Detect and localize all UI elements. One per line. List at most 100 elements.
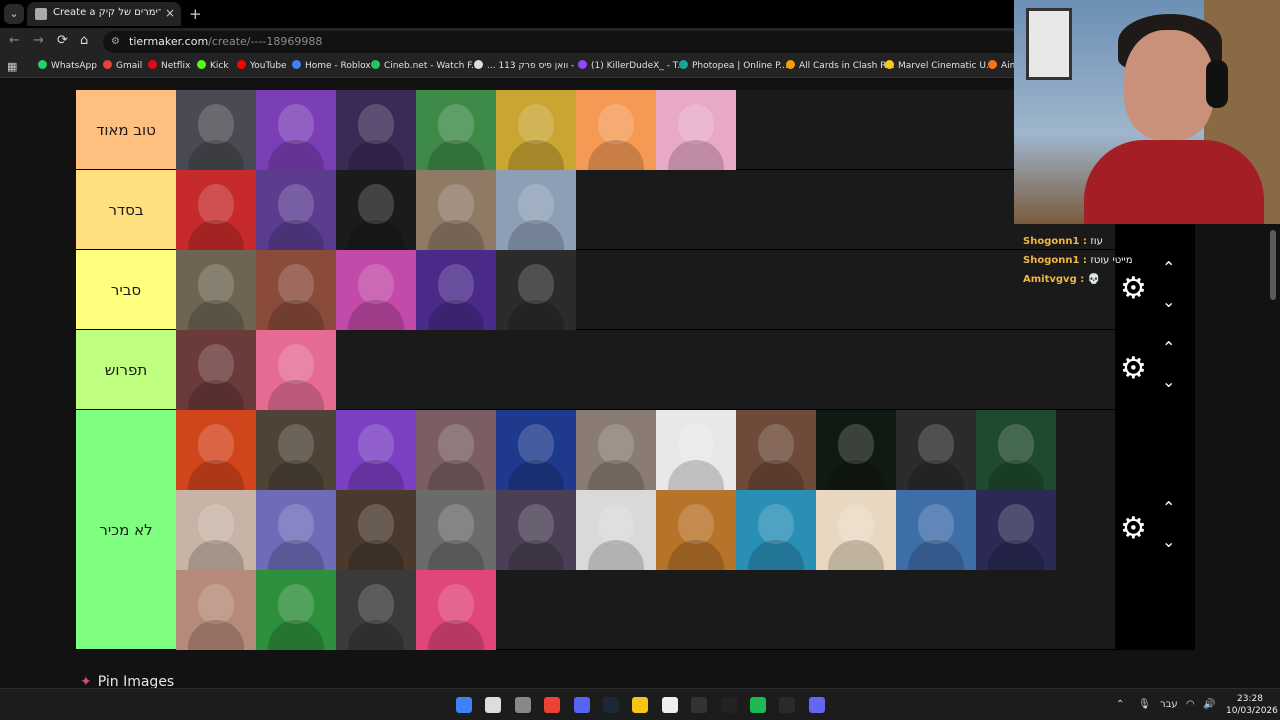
- back-icon[interactable]: ←: [9, 33, 20, 48]
- tab-close-icon[interactable]: ×: [165, 6, 175, 20]
- move-tier-down-chevron-icon[interactable]: ⌄: [1162, 294, 1175, 310]
- tier-settings-gear-icon[interactable]: ⚙: [1120, 354, 1147, 384]
- tier-item-avatar[interactable]: [496, 90, 576, 170]
- move-tier-down-chevron-icon[interactable]: ⌄: [1162, 374, 1175, 390]
- tier-item-avatar[interactable]: [576, 490, 656, 570]
- tier-item-avatar[interactable]: [416, 570, 496, 650]
- tier-item-avatar[interactable]: [256, 90, 336, 170]
- steam-icon[interactable]: [603, 697, 619, 713]
- apps-grid-icon[interactable]: ▦: [7, 60, 17, 73]
- bookmark-item[interactable]: ... וואן פיס פרק 113 -: [474, 60, 574, 71]
- tier-item-avatar[interactable]: [736, 490, 816, 570]
- tier-item-avatar[interactable]: [336, 90, 416, 170]
- epic-games-icon[interactable]: [779, 697, 796, 713]
- tier-item-avatar[interactable]: [576, 90, 656, 170]
- move-tier-up-chevron-icon[interactable]: ⌃: [1162, 340, 1175, 356]
- move-tier-up-chevron-icon[interactable]: ⌃: [1162, 260, 1175, 276]
- bookmark-item[interactable]: Cineb.net - Watch F...: [371, 60, 480, 71]
- tier-item-avatar[interactable]: [496, 490, 576, 570]
- url-text[interactable]: tiermaker.com/create/----18969988: [129, 35, 322, 48]
- move-tier-up-chevron-icon[interactable]: ⌃: [1162, 500, 1175, 516]
- file-explorer-icon[interactable]: [632, 697, 649, 713]
- tab-search-button[interactable]: ⌄: [4, 4, 24, 24]
- bookmark-item[interactable]: All Cards in Clash R...: [786, 60, 895, 71]
- tier-label[interactable]: תפרוש: [76, 330, 176, 409]
- tier-item-avatar[interactable]: [976, 410, 1056, 490]
- tier-label[interactable]: לא מכיר: [76, 410, 176, 649]
- tier-label[interactable]: סביר: [76, 250, 176, 329]
- tier-item-avatar[interactable]: [576, 410, 656, 490]
- forward-icon[interactable]: →: [33, 33, 44, 48]
- taskbar-clock[interactable]: 23:28 10/03/2026: [1226, 693, 1278, 717]
- tier-item-avatar[interactable]: [176, 330, 256, 410]
- reload-icon[interactable]: ⟳: [57, 33, 68, 48]
- tier-item-avatar[interactable]: [416, 410, 496, 490]
- move-tier-down-chevron-icon[interactable]: ⌄: [1162, 534, 1175, 550]
- bookmark-item[interactable]: YouTube: [237, 60, 287, 71]
- tier-item-avatar[interactable]: [336, 490, 416, 570]
- tier-item-avatar[interactable]: [256, 490, 336, 570]
- tier-item-avatar[interactable]: [416, 170, 496, 250]
- tray-chevron-icon[interactable]: ⌃: [1116, 699, 1124, 710]
- new-tab-button[interactable]: +: [189, 4, 202, 24]
- start-icon[interactable]: [456, 697, 472, 713]
- bookmark-item[interactable]: Netflix: [148, 60, 190, 71]
- chrome-icon[interactable]: [544, 697, 561, 713]
- tier-item-avatar[interactable]: [336, 570, 416, 650]
- bookmark-item[interactable]: Marvel Cinematic U...: [885, 60, 995, 71]
- page-scrollbar[interactable]: [1270, 230, 1276, 300]
- tier-item-avatar[interactable]: [256, 410, 336, 490]
- tier-item-avatar[interactable]: [896, 490, 976, 570]
- tier-label[interactable]: בסדר: [76, 170, 176, 249]
- tier-item-avatar[interactable]: [176, 490, 256, 570]
- tier-item-avatar[interactable]: [656, 410, 736, 490]
- tier-item-avatar[interactable]: [496, 410, 576, 490]
- tier-item-avatar[interactable]: [416, 250, 496, 330]
- tier-item-avatar[interactable]: [256, 570, 336, 650]
- tier-item-avatar[interactable]: [816, 490, 896, 570]
- discord-icon[interactable]: [573, 697, 590, 713]
- bookmark-item[interactable]: Photopea | Online P...: [679, 60, 788, 71]
- site-info-icon[interactable]: ⚙: [111, 36, 120, 47]
- tier-item-avatar[interactable]: [656, 90, 736, 170]
- tier-item-avatar[interactable]: [336, 410, 416, 490]
- volume-icon[interactable]: 🔊: [1203, 699, 1215, 710]
- tier-item-avatar[interactable]: [896, 410, 976, 490]
- tier-item-avatar[interactable]: [256, 330, 336, 410]
- app-icon[interactable]: [720, 697, 737, 713]
- bookmark-item[interactable]: WhatsApp: [38, 60, 97, 71]
- tier-item-avatar[interactable]: [416, 490, 496, 570]
- microphone-icon[interactable]: 🎙: [1138, 699, 1151, 710]
- tier-item-avatar[interactable]: [256, 170, 336, 250]
- tier-item-avatar[interactable]: [416, 90, 496, 170]
- tier-item-avatar[interactable]: [176, 410, 256, 490]
- bookmark-item[interactable]: Kick: [197, 60, 229, 71]
- spotify-icon[interactable]: [750, 697, 766, 713]
- tier-item-avatar[interactable]: [736, 410, 816, 490]
- epic-icon[interactable]: [661, 697, 678, 713]
- wifi-icon[interactable]: ◠: [1186, 699, 1195, 710]
- tier-item-avatar[interactable]: [336, 170, 416, 250]
- search-icon[interactable]: [485, 697, 502, 713]
- task-view-icon[interactable]: [514, 697, 531, 713]
- game-icon[interactable]: [691, 697, 708, 713]
- tier-label[interactable]: טוב מאוד: [76, 90, 176, 169]
- tier-item-avatar[interactable]: [496, 170, 576, 250]
- app-icon[interactable]: [808, 697, 825, 713]
- tier-item-avatar[interactable]: [816, 410, 896, 490]
- tier-item-avatar[interactable]: [256, 250, 336, 330]
- tier-item-avatar[interactable]: [336, 250, 416, 330]
- bookmark-item[interactable]: (1) KillerDudeX_ - T...: [578, 60, 686, 71]
- tier-item-avatar[interactable]: [176, 170, 256, 250]
- bookmark-item[interactable]: Home - Roblox: [292, 60, 371, 71]
- bookmark-item[interactable]: Gmail: [103, 60, 142, 71]
- pin-images-heading[interactable]: ✦ Pin Images: [80, 674, 174, 688]
- tier-item-avatar[interactable]: [176, 570, 256, 650]
- tier-settings-gear-icon[interactable]: ⚙: [1120, 514, 1147, 544]
- tier-item-avatar[interactable]: [976, 490, 1056, 570]
- home-icon[interactable]: ⌂: [80, 33, 88, 48]
- tier-item-avatar[interactable]: [496, 250, 576, 330]
- tier-item-avatar[interactable]: [176, 90, 256, 170]
- tier-item-avatar[interactable]: [656, 490, 736, 570]
- language-indicator[interactable]: עבר: [1160, 699, 1178, 710]
